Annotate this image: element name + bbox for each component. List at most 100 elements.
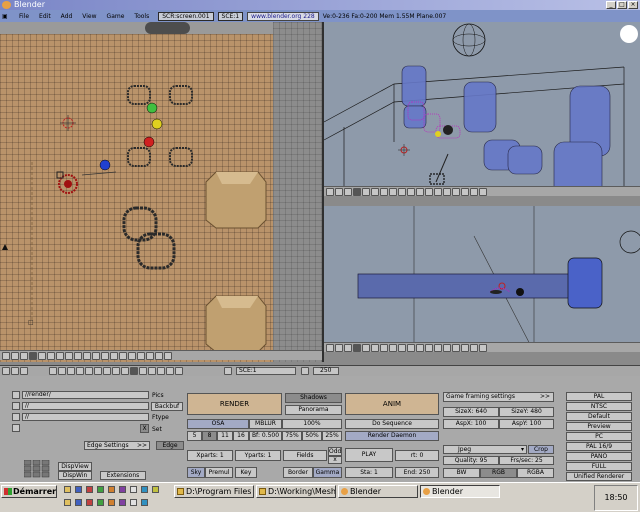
layer-4-icon[interactable] — [380, 187, 388, 196]
render-buttons-icon[interactable] — [130, 367, 138, 375]
layer-1-icon[interactable] — [353, 187, 361, 196]
layer-6-icon[interactable] — [398, 187, 406, 196]
layer-7-icon[interactable] — [83, 351, 91, 360]
zoom-icon[interactable] — [119, 351, 127, 360]
mblur-toggle[interactable]: MBLUR — [249, 419, 282, 429]
osa-8-button[interactable]: 8 — [202, 431, 217, 441]
edge-toggle[interactable]: Edge — [156, 441, 184, 450]
viewport-top-view[interactable]: □ — [0, 22, 322, 362]
preset-full[interactable]: FULL — [566, 462, 632, 471]
view-menu-icon[interactable] — [335, 343, 343, 352]
ftype-path-field[interactable]: // — [22, 413, 149, 421]
frs-sec-field[interactable]: Frs/sec: 25 — [499, 456, 554, 465]
unified-renderer-toggle[interactable]: Unified Renderer — [566, 472, 632, 481]
quicklaunch-app2-icon[interactable] — [97, 486, 104, 493]
radioactive-icon[interactable] — [166, 367, 174, 375]
ortho-icon[interactable] — [461, 187, 469, 196]
preset-pal[interactable]: PAL — [566, 392, 632, 401]
layer-3-icon[interactable] — [371, 187, 379, 196]
layer-6-icon[interactable] — [398, 343, 406, 352]
osa-5-button[interactable]: 5 — [187, 431, 202, 441]
texture-buttons-icon[interactable] — [67, 367, 75, 375]
local-view-icon[interactable] — [470, 187, 478, 196]
full-window-icon[interactable] — [11, 367, 19, 375]
quicklaunch-app9-icon[interactable] — [75, 499, 82, 506]
sky-toggle[interactable]: Sky — [187, 467, 205, 478]
yparts-field[interactable]: Yparts: 1 — [235, 450, 281, 461]
current-frame-field[interactable]: 250 — [313, 367, 339, 375]
size-50-button[interactable]: 50% — [302, 431, 322, 441]
menu-game[interactable]: Game — [102, 13, 130, 20]
preset-pano[interactable]: PANO — [566, 452, 632, 461]
menu-file[interactable]: File — [14, 13, 34, 20]
layer-2-icon[interactable] — [38, 351, 46, 360]
osa-11-button[interactable]: 11 — [217, 431, 233, 441]
pics-path-field[interactable]: //render/ — [22, 391, 149, 399]
layer-1-icon[interactable] — [29, 351, 37, 360]
layer-1-icon[interactable] — [353, 343, 361, 352]
xparts-field[interactable]: Xparts: 1 — [187, 450, 233, 461]
menu-tools[interactable]: Tools — [129, 13, 154, 20]
panorama-toggle[interactable]: Panorama — [285, 405, 342, 415]
view-menu-icon[interactable] — [11, 351, 19, 360]
x-toggle[interactable]: x — [328, 456, 342, 464]
backbuf-path-field[interactable]: // — [22, 402, 149, 410]
shadows-toggle[interactable]: Shadows — [285, 393, 342, 403]
quicklaunch-app7-icon[interactable] — [152, 486, 159, 493]
zoom-icon[interactable] — [434, 343, 442, 352]
quicklaunch-app8-icon[interactable] — [64, 499, 71, 506]
quicklaunch-app1-icon[interactable] — [86, 486, 93, 493]
scene-selector[interactable]: SCE:1 — [217, 11, 244, 21]
layer-3-icon[interactable] — [47, 351, 55, 360]
shading-icon[interactable] — [137, 351, 145, 360]
game-buttons-icon[interactable] — [85, 367, 93, 375]
world-buttons-icon[interactable] — [103, 367, 111, 375]
close-button[interactable]: × — [628, 1, 638, 9]
blender-url[interactable]: www.blender.org 228 — [247, 11, 319, 21]
screen-selector[interactable]: SCR:screen.001 — [158, 11, 214, 21]
sizey-field[interactable]: SizeY: 480 — [499, 407, 554, 417]
layer-7-icon[interactable] — [407, 187, 415, 196]
dispwin-button[interactable]: DispWin — [58, 471, 92, 480]
start-frame-field[interactable]: Sta: 1 — [345, 467, 393, 478]
quicklaunch-ie-icon[interactable] — [75, 486, 82, 493]
gamma-toggle[interactable]: Gamma — [313, 467, 342, 478]
view-full-icon[interactable] — [344, 343, 352, 352]
lamp-buttons-icon[interactable] — [49, 367, 57, 375]
border-toggle[interactable]: Border — [283, 467, 313, 478]
menu-view[interactable]: View — [77, 13, 101, 20]
pan-icon[interactable] — [443, 187, 451, 196]
material-buttons-icon[interactable] — [58, 367, 66, 375]
preset-default[interactable]: Default — [566, 412, 632, 421]
shading-icon[interactable] — [452, 187, 460, 196]
pan-icon[interactable] — [128, 351, 136, 360]
viewport-perspective[interactable] — [324, 22, 640, 196]
zoom-icon[interactable] — [434, 187, 442, 196]
viewport-side-view[interactable] — [324, 206, 640, 352]
pics-browse-icon[interactable] — [12, 391, 20, 399]
game-framing-button[interactable]: Game framing settings >> — [443, 392, 554, 402]
object-buttons-icon[interactable] — [175, 367, 183, 375]
size-25-button[interactable]: 25% — [322, 431, 342, 441]
quicklaunch-app6-icon[interactable] — [141, 486, 148, 493]
bf-field[interactable]: Bf: 0.500 — [249, 431, 282, 441]
file-format-select[interactable]: Jpeg ▾ — [443, 445, 527, 454]
ortho-icon[interactable] — [461, 343, 469, 352]
quicklaunch-app11-icon[interactable] — [97, 499, 104, 506]
menu-add[interactable]: Add — [56, 13, 78, 20]
aspy-field[interactable]: AspY: 100 — [499, 419, 554, 429]
backbuf-browse-icon[interactable] — [12, 402, 20, 410]
quicklaunch-app10-icon[interactable] — [86, 499, 93, 506]
fields-toggle[interactable]: Fields — [283, 450, 327, 461]
set-clear-button[interactable]: X — [140, 424, 149, 433]
osa-16-button[interactable]: 16 — [233, 431, 249, 441]
task-blender-console[interactable]: Blender — [338, 485, 418, 498]
layer-9-icon[interactable] — [101, 351, 109, 360]
layer-6-icon[interactable] — [74, 351, 82, 360]
sizex-field[interactable]: SizeX: 640 — [443, 407, 499, 417]
ftype-browse-icon[interactable] — [12, 413, 20, 421]
layer-3-icon[interactable] — [371, 343, 379, 352]
quicklaunch-app15-icon[interactable] — [141, 499, 148, 506]
layer-4-icon[interactable] — [380, 343, 388, 352]
dispview-button[interactable]: DispView — [58, 462, 92, 471]
